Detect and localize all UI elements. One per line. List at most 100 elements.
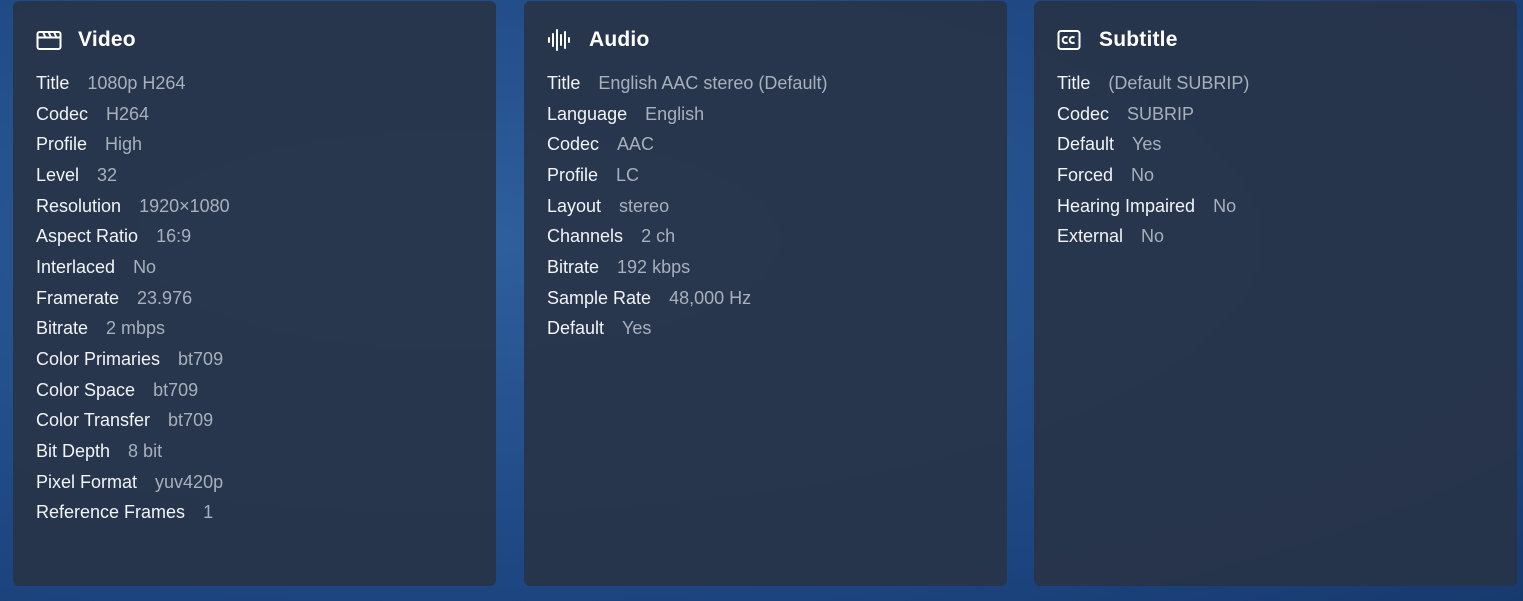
property-value: No [1213, 195, 1237, 216]
property-value: 32 [97, 164, 118, 185]
subtitle-row-title: Title (Default SUBRIP) [1057, 68, 1517, 99]
property-label: Profile [547, 164, 599, 185]
video-row-bit-depth: Bit Depth 8 bit [36, 436, 496, 467]
property-value: 16:9 [156, 226, 192, 247]
audio-row-bitrate: Bitrate 192 kbps [547, 252, 1007, 283]
property-value: Yes [622, 318, 652, 339]
video-row-pixel-format: Pixel Format yuv420p [36, 467, 496, 498]
video-row-codec: Codec H264 [36, 99, 496, 130]
property-value: SUBRIP [1127, 103, 1195, 124]
subtitle-panel-title: Subtitle [1099, 28, 1178, 51]
audio-stream-panel: Audio Title English AAC stereo (Default) … [524, 1, 1007, 586]
property-label: Language [547, 103, 628, 124]
property-value: AAC [617, 134, 655, 155]
property-label: Reference Frames [36, 502, 186, 523]
audio-waveform-icon [547, 27, 575, 53]
video-row-title: Title 1080p H264 [36, 68, 496, 99]
video-row-profile: Profile High [36, 129, 496, 160]
audio-row-codec: Codec AAC [547, 129, 1007, 160]
property-value: No [1131, 164, 1155, 185]
audio-row-default: Default Yes [547, 314, 1007, 345]
property-value: High [105, 134, 143, 155]
property-label: External [1057, 226, 1124, 247]
property-label: Channels [547, 226, 624, 247]
video-row-aspect-ratio: Aspect Ratio 16:9 [36, 221, 496, 252]
subtitle-row-codec: Codec SUBRIP [1057, 99, 1517, 130]
property-label: Codec [547, 134, 600, 155]
property-value: 2 ch [641, 226, 676, 247]
video-row-reference-frames: Reference Frames 1 [36, 498, 496, 529]
video-row-level: Level 32 [36, 160, 496, 191]
property-value: H264 [106, 103, 150, 124]
property-label: Color Space [36, 379, 136, 400]
audio-properties-list: Title English AAC stereo (Default) Langua… [547, 68, 1007, 344]
closed-captions-icon [1057, 27, 1085, 53]
audio-row-profile: Profile LC [547, 160, 1007, 191]
property-label: Codec [36, 103, 89, 124]
subtitle-properties-list: Title (Default SUBRIP) Codec SUBRIP Defaul… [1057, 68, 1517, 252]
video-row-framerate: Framerate 23.976 [36, 283, 496, 314]
property-label: Bitrate [547, 256, 600, 277]
property-value: English [645, 103, 705, 124]
subtitle-row-default: Default Yes [1057, 129, 1517, 160]
video-row-interlaced: Interlaced No [36, 252, 496, 283]
property-value: 1080p H264 [87, 72, 186, 93]
subtitle-row-hearing-impaired: Hearing Impaired No [1057, 191, 1517, 222]
property-value: Yes [1132, 134, 1162, 155]
subtitle-panel-header: Subtitle [1057, 25, 1517, 55]
audio-row-title: Title English AAC stereo (Default) [547, 68, 1007, 99]
property-value: 1 [203, 502, 214, 523]
property-value: 2 mbps [106, 318, 166, 339]
audio-row-channels: Channels 2 ch [547, 221, 1007, 252]
property-label: Bit Depth [36, 441, 111, 462]
property-label: Level [36, 164, 80, 185]
property-label: Framerate [36, 287, 120, 308]
property-label: Resolution [36, 195, 122, 216]
property-label: Pixel Format [36, 471, 138, 492]
property-value: English AAC stereo (Default) [598, 72, 828, 93]
video-row-color-primaries: Color Primaries bt709 [36, 344, 496, 375]
property-value: LC [616, 164, 640, 185]
subtitle-row-external: External No [1057, 221, 1517, 252]
property-label: Layout [547, 195, 602, 216]
subtitle-row-forced: Forced No [1057, 160, 1517, 191]
property-value: 1920×1080 [139, 195, 230, 216]
property-label: Profile [36, 134, 88, 155]
video-row-resolution: Resolution 1920×1080 [36, 191, 496, 222]
subtitle-stream-panel: Subtitle Title (Default SUBRIP) Codec SUBR… [1034, 1, 1517, 586]
video-row-color-transfer: Color Transfer bt709 [36, 406, 496, 437]
property-value: (Default SUBRIP) [1108, 72, 1250, 93]
audio-panel-title: Audio [589, 28, 650, 51]
property-value: No [133, 256, 157, 277]
property-value: bt709 [178, 349, 224, 370]
audio-row-language: Language English [547, 99, 1007, 130]
property-value: No [1141, 226, 1165, 247]
property-value: 8 bit [128, 441, 163, 462]
video-row-bitrate: Bitrate 2 mbps [36, 314, 496, 345]
video-stream-panel: Video Title 1080p H264 Codec H264 Profile H… [13, 1, 496, 586]
property-label: Default [547, 318, 605, 339]
property-label: Bitrate [36, 318, 89, 339]
property-label: Color Transfer [36, 410, 151, 431]
property-label: Color Primaries [36, 349, 161, 370]
property-value: stereo [619, 195, 670, 216]
property-value: yuv420p [155, 471, 224, 492]
video-properties-list: Title 1080p H264 Codec H264 Profile High Le… [36, 68, 496, 528]
property-label: Interlaced [36, 256, 116, 277]
property-label: Default [1057, 134, 1115, 155]
video-row-color-space: Color Space bt709 [36, 375, 496, 406]
audio-row-layout: Layout stereo [547, 191, 1007, 222]
clapperboard-icon [36, 27, 64, 53]
property-label: Hearing Impaired [1057, 195, 1196, 216]
property-label: Title [1057, 72, 1091, 93]
property-value: 48,000 Hz [669, 287, 752, 308]
audio-panel-header: Audio [547, 25, 1007, 55]
video-panel-header: Video [36, 25, 496, 55]
audio-row-sample-rate: Sample Rate 48,000 Hz [547, 283, 1007, 314]
property-label: Aspect Ratio [36, 226, 139, 247]
property-value: 23.976 [137, 287, 193, 308]
property-value: 192 kbps [617, 256, 691, 277]
video-panel-title: Video [78, 28, 136, 51]
property-label: Forced [1057, 164, 1114, 185]
property-value: bt709 [153, 379, 199, 400]
